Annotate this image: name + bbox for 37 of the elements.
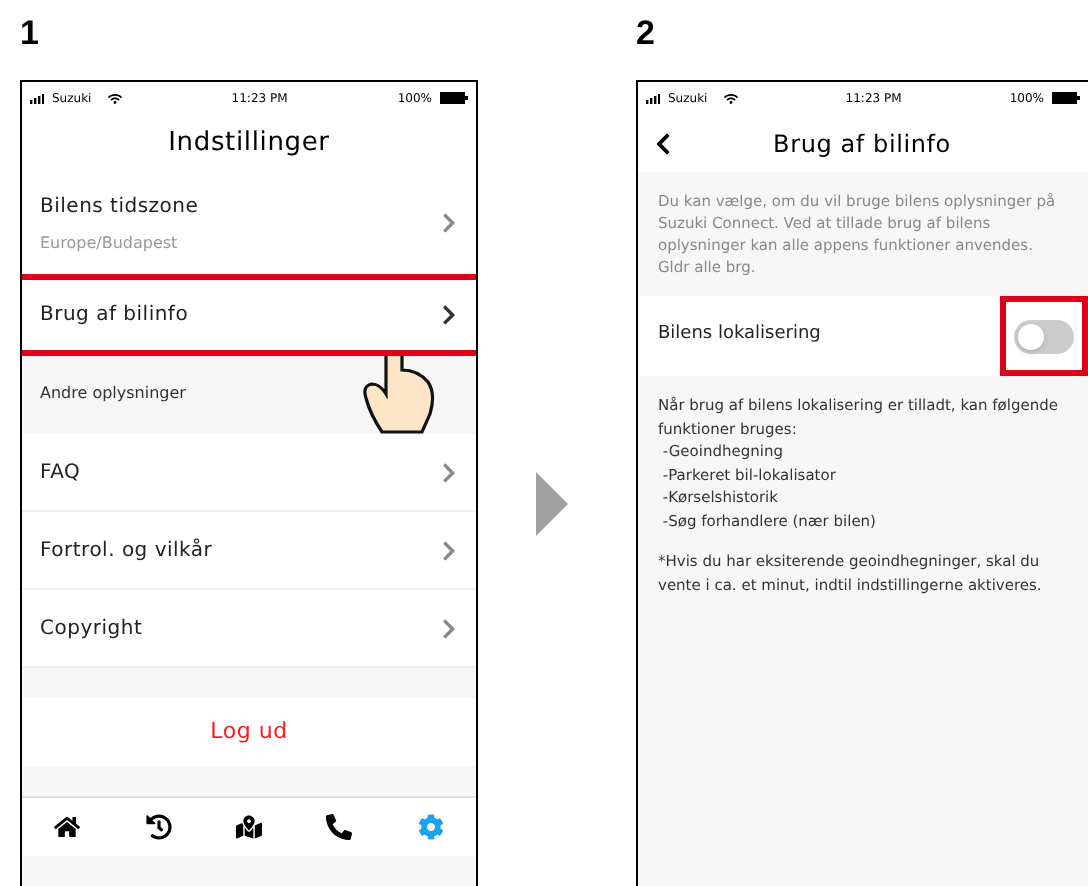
logout-button[interactable]: Log ud [210,715,288,749]
history-icon[interactable] [145,814,172,840]
signal-icon [30,93,44,103]
section-header: Andre oplysninger [40,382,186,406]
battery-icon [1052,92,1080,104]
row-label: Brug af bilinfo [40,301,189,329]
row-label: Bilens tidszone [40,193,199,221]
wifi-icon [107,91,122,105]
chevron-icon [440,461,458,483]
battery-icon [440,92,468,104]
chevron-icon [440,539,458,561]
settings-row[interactable]: Copyright [22,590,476,668]
toggle-switch[interactable] [1014,319,1074,353]
back-icon[interactable] [654,131,672,155]
row-label: FAQ [40,459,81,487]
row-sublabel: Europe/Budapest [40,231,180,255]
row-label: Copyright [40,615,143,643]
map-icon[interactable] [235,814,262,840]
chevron-icon [440,617,458,639]
phone-icon[interactable] [326,814,353,840]
toggle-label: Bilens lokalisering [658,322,821,349]
settings-row[interactable]: Fortrol. og vilkår [22,512,476,590]
signal-icon [646,93,660,103]
step-number: 1 [20,12,41,56]
settings-icon[interactable] [417,814,444,840]
settings-row[interactable]: Bilens tidszone Europe/Budapest [22,172,476,276]
screen-title: Indstillinger [22,114,476,172]
settings-row[interactable]: FAQ [22,434,476,512]
chevron-icon [440,212,458,234]
screen-title: Brug af bilinfo [771,127,953,161]
settings-row[interactable]: Brug af bilinfo [22,276,476,354]
step-number: 2 [636,12,657,56]
row-label: Fortrol. og vilkår [40,536,213,565]
wifi-icon [723,91,738,105]
chevron-icon [440,303,458,325]
home-icon[interactable] [54,814,81,840]
arrow-right-icon [536,471,568,535]
